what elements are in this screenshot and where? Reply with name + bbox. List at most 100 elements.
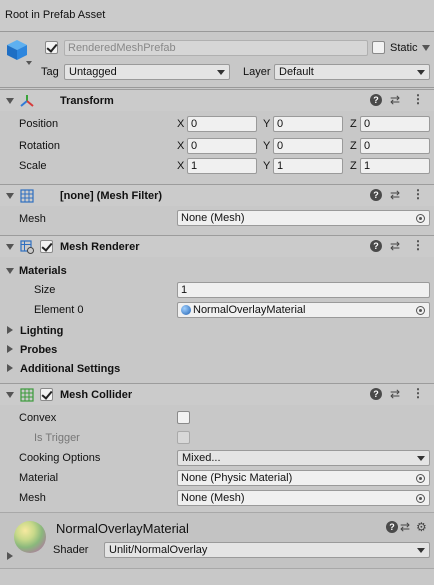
kebab-menu-icon[interactable]: ⋮ [412,387,424,399]
material-preview [14,521,46,553]
preset-icon[interactable]: ⇄ [390,189,400,201]
axis-z-label[interactable]: Z [350,140,357,152]
mesh-renderer-header[interactable]: Mesh Renderer ? ⇄ ⋮ [0,235,434,257]
probes-label[interactable]: Probes [20,344,57,356]
axis-x-label[interactable]: X [177,160,184,172]
collider-material-label: Material [19,472,59,484]
materials-label[interactable]: Materials [19,265,67,277]
position-z-field[interactable]: 0 [360,116,430,132]
kebab-menu-icon[interactable]: ⋮ [412,239,424,251]
material-sphere-icon [181,305,191,315]
kebab-menu-icon[interactable]: ⋮ [412,93,424,105]
active-checkbox[interactable] [45,41,58,54]
axis-y-label[interactable]: Y [263,140,270,152]
object-picker-icon[interactable] [416,474,425,483]
lighting-fold-icon[interactable] [7,326,13,334]
lighting-label[interactable]: Lighting [20,325,63,337]
position-y-field[interactable]: 0 [273,116,343,132]
materials-fold-icon[interactable] [6,268,14,274]
transform-icon [20,94,34,108]
help-icon[interactable]: ? [370,94,382,106]
preset-icon[interactable]: ⇄ [400,521,410,533]
fold-down-icon[interactable] [6,98,14,104]
axis-x-label[interactable]: X [177,118,184,130]
rotation-y-field[interactable]: 0 [273,138,343,154]
object-picker-icon[interactable] [416,306,425,315]
material-section: NormalOverlayMaterial Shader Unlit/Norma… [0,513,434,568]
layer-dropdown[interactable]: Default [274,64,430,80]
collider-mesh-value: None (Mesh) [181,492,245,504]
preset-icon[interactable]: ⇄ [390,94,400,106]
convex-label: Convex [19,412,57,424]
component-header-icons: ? ⇄ ⋮ [370,387,426,402]
mesh-renderer-icon [20,240,34,254]
mesh-renderer-enabled-checkbox[interactable] [40,240,53,253]
probes-fold-icon[interactable] [7,345,13,353]
additional-settings-label[interactable]: Additional Settings [20,363,120,375]
mesh-collider-enabled-checkbox[interactable] [40,388,53,401]
rotation-z-field[interactable]: 0 [360,138,430,154]
scale-z-field[interactable]: 1 [360,158,430,174]
axis-z-label[interactable]: Z [350,160,357,172]
fold-down-icon[interactable] [6,193,14,199]
convex-checkbox[interactable] [177,411,190,424]
fold-down-icon[interactable] [6,244,14,250]
size-label: Size [34,284,56,296]
element0-value: NormalOverlayMaterial [193,304,306,316]
element0-field[interactable]: NormalOverlayMaterial [177,302,430,318]
fold-down-icon[interactable] [6,392,14,398]
gear-icon[interactable]: ⚙ [416,521,427,533]
gameobject-header: RenderedMeshPrefab Static Tag Untagged L… [0,33,434,88]
rotation-label: Rotation [19,140,60,152]
scale-y-field[interactable]: 1 [273,158,343,174]
object-picker-icon[interactable] [416,214,425,223]
scale-label: Scale [19,160,47,172]
kebab-menu-icon[interactable]: ⋮ [412,188,424,200]
rotation-x-field[interactable]: 0 [187,138,257,154]
tag-value: Untagged [69,66,117,78]
help-icon[interactable]: ? [370,189,382,201]
preset-icon[interactable]: ⇄ [390,388,400,400]
tag-dropdown[interactable]: Untagged [64,64,230,80]
preset-icon[interactable]: ⇄ [390,240,400,252]
additional-settings-fold-icon[interactable] [7,364,13,372]
gameobject-name-field[interactable]: RenderedMeshPrefab [64,40,368,56]
layer-label: Layer [243,66,271,78]
material-name: NormalOverlayMaterial [56,521,189,536]
help-icon[interactable]: ? [370,240,382,252]
shader-label: Shader [53,544,89,556]
static-checkbox[interactable] [372,41,385,54]
collider-material-value: None (Physic Material) [181,472,293,484]
mesh-collider-header[interactable]: Mesh Collider ? ⇄ ⋮ [0,383,434,405]
mesh-filter-mesh-field[interactable]: None (Mesh) [177,210,430,226]
axis-y-label[interactable]: Y [263,118,270,130]
inspector-footer [0,569,434,585]
collider-mesh-field[interactable]: None (Mesh) [177,490,430,506]
mesh-collider-title: Mesh Collider [60,389,133,401]
materials-size-field[interactable]: 1 [177,282,430,298]
object-picker-icon[interactable] [416,494,425,503]
cooking-options-dropdown[interactable]: Mixed... [177,450,430,466]
help-icon[interactable]: ? [386,521,398,533]
static-label: Static [390,42,418,54]
axis-y-label[interactable]: Y [263,160,270,172]
collider-material-field[interactable]: None (Physic Material) [177,470,430,486]
icon-dropdown-icon[interactable] [26,61,32,65]
cooking-options-value: Mixed... [182,452,221,464]
help-icon[interactable]: ? [370,388,382,400]
scale-x-field[interactable]: 1 [187,158,257,174]
component-header-icons: ? ⇄ ⋮ [370,93,426,108]
axis-x-label[interactable]: X [177,140,184,152]
mesh-filter-mesh-label: Mesh [19,213,46,225]
shader-dropdown[interactable]: Unlit/NormalOverlay [104,542,430,558]
static-dropdown-icon[interactable] [422,45,430,51]
mesh-filter-header[interactable]: [none] (Mesh Filter) ? ⇄ ⋮ [0,184,434,206]
mesh-filter-title: [none] (Mesh Filter) [60,190,163,202]
inspector-header: Root in Prefab Asset [0,0,434,32]
axis-z-label[interactable]: Z [350,118,357,130]
element0-label: Element 0 [34,304,84,316]
material-fold-icon[interactable] [7,552,13,560]
position-x-field[interactable]: 0 [187,116,257,132]
chevron-down-icon [417,70,425,75]
transform-header[interactable]: Transform ? ⇄ ⋮ [0,89,434,111]
